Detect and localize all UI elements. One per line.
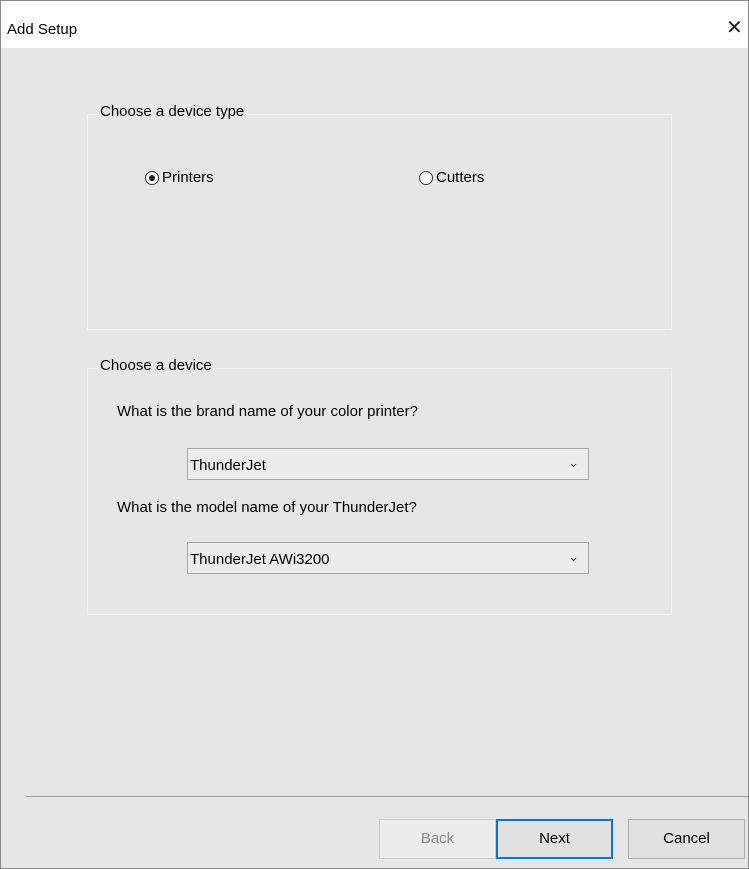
radio-cutters[interactable]: Cutters: [419, 169, 484, 186]
device-group: Choose a device What is the brand name o…: [87, 357, 672, 615]
brand-question: What is the brand name of your color pri…: [117, 403, 418, 420]
model-select[interactable]: ThunderJet AWi3200 ⌄: [187, 542, 589, 574]
radio-printers-label: Printers: [162, 169, 214, 186]
window-title: Add Setup: [7, 21, 78, 38]
chevron-down-icon[interactable]: ⌄: [568, 455, 579, 471]
model-select-value: ThunderJet AWi3200: [190, 551, 330, 568]
radio-printers[interactable]: Printers: [145, 169, 214, 186]
model-question: What is the model name of your ThunderJe…: [117, 499, 417, 516]
chevron-down-icon[interactable]: ⌄: [568, 549, 579, 565]
next-button[interactable]: Next: [496, 819, 613, 859]
back-button[interactable]: Back: [379, 819, 496, 859]
radio-printers-indicator[interactable]: [145, 170, 159, 185]
device-type-group: Choose a device type Printers Cutters: [87, 103, 672, 330]
radio-cutters-indicator[interactable]: [419, 170, 433, 185]
cancel-button[interactable]: Cancel: [628, 819, 745, 859]
brand-select[interactable]: ThunderJet ⌄: [187, 448, 589, 480]
close-icon[interactable]: ✕: [726, 15, 748, 41]
add-setup-dialog: Add Setup ✕ Choose a device type Printer…: [0, 0, 749, 869]
device-type-group-title: Choose a device type: [98, 103, 247, 120]
title-bar: Add Setup ✕: [1, 1, 748, 48]
device-group-title: Choose a device: [98, 357, 214, 374]
brand-select-value: ThunderJet: [190, 457, 266, 474]
radio-cutters-label: Cutters: [436, 169, 485, 186]
footer-separator: [26, 796, 748, 797]
